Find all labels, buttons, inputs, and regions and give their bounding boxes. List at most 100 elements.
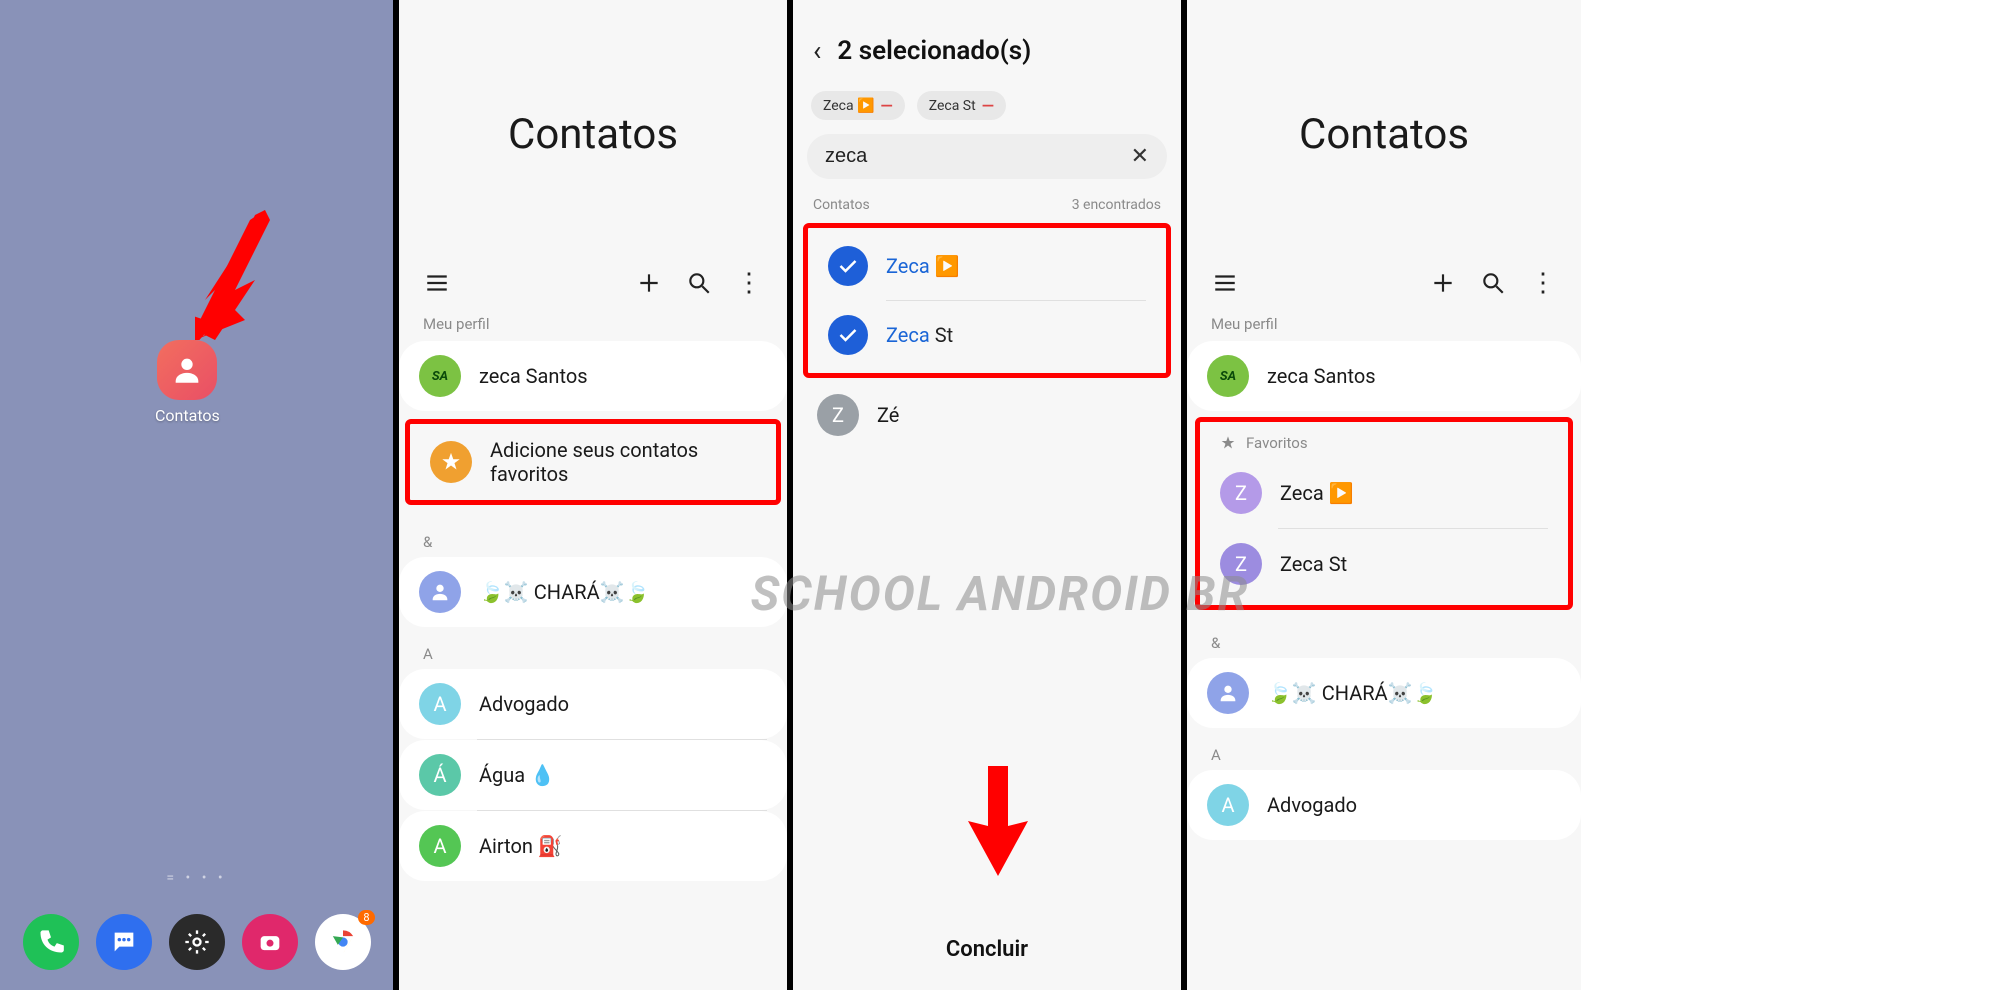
- results-header: Contatos 3 encontrados: [793, 179, 1181, 221]
- chip-remove-icon[interactable]: —: [881, 96, 893, 115]
- contact-name: Airton ⛽: [479, 834, 767, 858]
- chrome-badge: 8: [358, 910, 374, 925]
- menu-icon[interactable]: [423, 269, 451, 297]
- add-icon[interactable]: [1429, 269, 1457, 297]
- dock-camera-icon[interactable]: [242, 914, 298, 970]
- clear-search-icon[interactable]: ✕: [1131, 144, 1149, 169]
- results-label: Contatos: [813, 197, 870, 213]
- search-icon[interactable]: [685, 269, 713, 297]
- profile-avatar: SA: [419, 355, 461, 397]
- contact-row[interactable]: A Airton ⛽: [399, 811, 787, 881]
- dock-phone-icon[interactable]: [23, 914, 79, 970]
- page-title: Contatos: [399, 0, 787, 159]
- search-input[interactable]: [825, 145, 1131, 168]
- profile-name: zeca Santos: [1267, 364, 1561, 388]
- contact-avatar: Z: [1220, 472, 1262, 514]
- profile-row[interactable]: SA zeca Santos: [1187, 341, 1581, 411]
- contact-name: Advogado: [1267, 793, 1561, 817]
- favorite-row[interactable]: Z Zeca ▶️: [1200, 458, 1568, 528]
- page-indicator: = • • •: [0, 870, 393, 886]
- search-icon[interactable]: [1479, 269, 1507, 297]
- dock: 8: [0, 914, 393, 970]
- chip[interactable]: Zeca ▶️ —: [811, 91, 905, 120]
- contact-row[interactable]: A Advogado: [399, 669, 787, 739]
- profile-avatar: SA: [1207, 355, 1249, 397]
- contact-name: Advogado: [479, 692, 767, 716]
- panel-contacts-list: Contatos Meu perfil SA zeca Santos Adici…: [399, 0, 793, 990]
- panel-contacts-with-favorites: Contatos Meu perfil SA zeca Santos Favor…: [1187, 0, 1581, 990]
- contact-avatar: [419, 571, 461, 613]
- checked-icon: [828, 315, 868, 355]
- group-amp: &: [1187, 616, 1581, 658]
- selection-count: 2 selecionado(s): [837, 36, 1031, 66]
- toolbar: [1187, 269, 1581, 297]
- contact-avatar: [1207, 672, 1249, 714]
- contact-name: 🍃☠️ CHARÁ☠️🍃: [479, 580, 767, 604]
- contact-avatar: A: [1207, 784, 1249, 826]
- contact-row[interactable]: A Advogado: [1187, 770, 1581, 840]
- dock-chrome-icon[interactable]: 8: [315, 914, 371, 970]
- profile-name: zeca Santos: [479, 364, 767, 388]
- highlight-favorites-section: Favoritos Z Zeca ▶️ Z Zeca St: [1195, 417, 1573, 610]
- toolbar: [399, 269, 787, 297]
- chip-remove-icon[interactable]: —: [982, 96, 994, 115]
- highlight-selected-results: Zeca ▶️ Zeca St: [803, 223, 1171, 378]
- done-button[interactable]: Concluir: [793, 937, 1181, 962]
- contacts-app-label: Contatos: [155, 406, 220, 425]
- dock-settings-icon[interactable]: [169, 914, 225, 970]
- contact-avatar: Z: [1220, 543, 1262, 585]
- group-a: A: [1187, 728, 1581, 770]
- add-favorites-row[interactable]: Adicione seus contatos favoritos: [410, 424, 776, 500]
- contacts-app-shortcut[interactable]: Contatos: [155, 340, 220, 425]
- selection-header: ‹ 2 selecionado(s): [793, 0, 1181, 91]
- group-amp: &: [399, 515, 787, 557]
- contact-avatar: A: [419, 825, 461, 867]
- favorite-row[interactable]: Z Zeca St: [1200, 529, 1568, 599]
- result-row[interactable]: Z Zé: [793, 380, 1181, 450]
- profile-row[interactable]: SA zeca Santos: [399, 341, 787, 411]
- contact-name: Água 💧: [479, 763, 767, 787]
- arrow-annotation-1: [195, 210, 275, 344]
- result-name: Zeca ▶️: [886, 254, 960, 278]
- checked-icon: [828, 246, 868, 286]
- chip-label: Zeca ▶️: [823, 98, 875, 114]
- panel-select-contacts: ‹ 2 selecionado(s) Zeca ▶️ — Zeca St — ✕ C…: [793, 0, 1187, 990]
- results-count: 3 encontrados: [1072, 197, 1161, 213]
- panel-home: Contatos = • • • 8: [0, 0, 399, 990]
- contact-name: Zeca ▶️: [1280, 481, 1548, 505]
- add-favorites-label: Adicione seus contatos favoritos: [490, 438, 756, 486]
- page-title: Contatos: [1187, 0, 1581, 159]
- contact-row[interactable]: 🍃☠️ CHARÁ☠️🍃: [1187, 658, 1581, 728]
- group-a: A: [399, 627, 787, 669]
- star-icon: [430, 441, 472, 483]
- dock-messages-icon[interactable]: [96, 914, 152, 970]
- contact-avatar: Á: [419, 754, 461, 796]
- result-name: Zé: [877, 403, 1161, 427]
- contact-row[interactable]: Á Água 💧: [399, 740, 787, 810]
- chip[interactable]: Zeca St —: [917, 91, 1006, 120]
- contact-row[interactable]: 🍃☠️ CHARÁ☠️🍃: [399, 557, 787, 627]
- add-icon[interactable]: [635, 269, 663, 297]
- contact-name: 🍃☠️ CHARÁ☠️🍃: [1267, 681, 1561, 705]
- menu-icon[interactable]: [1211, 269, 1239, 297]
- more-icon[interactable]: [735, 269, 763, 297]
- contact-avatar: Z: [817, 394, 859, 436]
- favorites-label: Favoritos: [1246, 434, 1308, 452]
- contact-name: Zeca St: [1280, 552, 1548, 576]
- back-icon[interactable]: ‹: [813, 34, 821, 67]
- favorites-header: Favoritos: [1200, 422, 1568, 458]
- highlight-add-favorites: Adicione seus contatos favoritos: [405, 419, 781, 505]
- result-name: Zeca St: [886, 323, 953, 347]
- result-row[interactable]: Zeca ▶️: [808, 232, 1166, 300]
- search-bar[interactable]: ✕: [807, 134, 1167, 179]
- chip-label: Zeca St: [929, 98, 976, 114]
- more-icon[interactable]: [1529, 269, 1557, 297]
- section-my-profile: Meu perfil: [1187, 297, 1581, 341]
- section-my-profile: Meu perfil: [399, 297, 787, 341]
- star-icon: [1220, 435, 1236, 451]
- contacts-app-icon: [157, 340, 217, 400]
- selected-chips: Zeca ▶️ — Zeca St —: [793, 91, 1181, 134]
- result-row[interactable]: Zeca St: [808, 301, 1166, 369]
- arrow-annotation-2: [963, 766, 1033, 880]
- contact-avatar: A: [419, 683, 461, 725]
